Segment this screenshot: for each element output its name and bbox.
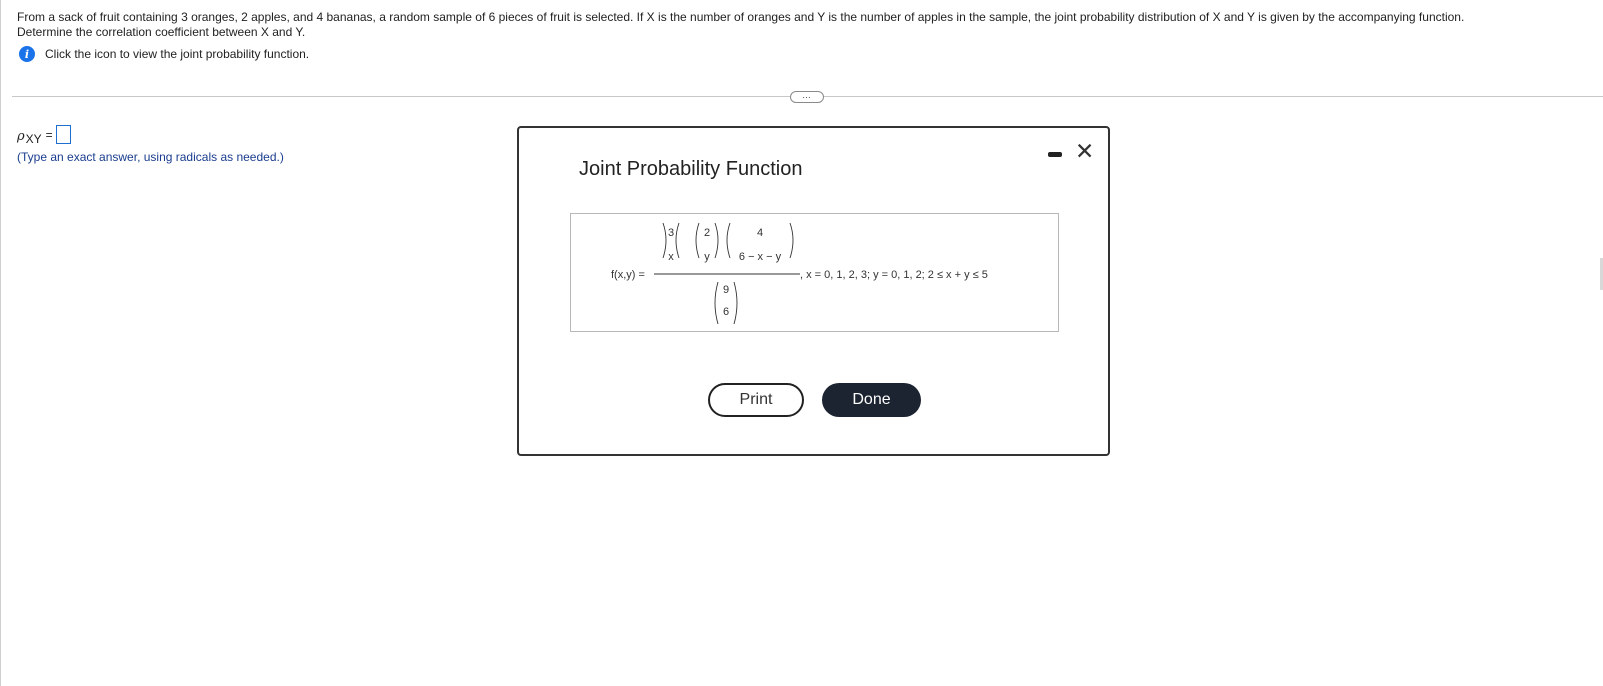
formula-domain: , x = 0, 1, 2, 3; y = 0, 1, 2; 2 ≤ x + y… <box>800 269 988 281</box>
binom2-left-paren <box>695 222 700 259</box>
hint-text: Click the icon to view the joint probabi… <box>45 47 310 61</box>
hint-row: i Click the icon to view the joint proba… <box>19 46 309 62</box>
binom2-right-paren <box>714 222 719 259</box>
problem-text-line1: From a sack of fruit containing 3 orange… <box>17 10 1465 24</box>
rho-symbol: ρ <box>17 129 25 144</box>
equals-sign: = <box>45 128 53 142</box>
answer-instruction: (Type an exact answer, using radicals as… <box>17 150 284 164</box>
minimize-icon[interactable] <box>1048 152 1062 157</box>
binom1-bottom: x <box>668 251 674 263</box>
page-left-border <box>0 0 1 686</box>
binom3-top: 4 <box>757 227 763 239</box>
done-button[interactable]: Done <box>822 383 921 417</box>
answer-row: ρ XY = <box>17 125 71 146</box>
close-icon[interactable]: ✕ <box>1075 139 1094 165</box>
info-icon[interactable]: i <box>19 46 35 62</box>
den-top: 9 <box>723 284 729 296</box>
binom2-top: 2 <box>704 227 710 239</box>
den-right-paren <box>733 281 738 325</box>
formula-box: f(x,y) = 3 x 2 y 4 6 − x − y 9 6 , x = 0… <box>570 213 1059 332</box>
binom1-right-paren <box>662 222 667 259</box>
binom3-right-paren <box>789 222 794 259</box>
expand-more-button[interactable]: … <box>790 91 824 103</box>
binom3-bottom: 6 − x − y <box>739 251 782 263</box>
dialog-title: Joint Probability Function <box>579 158 803 180</box>
binom1-top: 3 <box>668 227 674 239</box>
den-bottom: 6 <box>723 306 729 318</box>
problem-statement: From a sack of fruit containing 3 orange… <box>17 10 1597 40</box>
formula-lhs: f(x,y) = <box>611 269 645 281</box>
binom3-left-paren <box>726 222 731 259</box>
den-left-paren <box>714 281 719 325</box>
binom1-left-paren <box>675 222 680 259</box>
joint-probability-dialog: Joint Probability Function ✕ f(x,y) = 3 … <box>517 126 1110 456</box>
print-button[interactable]: Print <box>708 383 804 417</box>
problem-text-line2: Determine the correlation coefficient be… <box>17 25 306 39</box>
rho-subscript: XY <box>25 132 42 146</box>
joint-probability-formula: f(x,y) = 3 x 2 y 4 6 − x − y 9 6 , x = 0… <box>611 222 988 325</box>
answer-input[interactable] <box>55 125 71 144</box>
binom2-bottom: y <box>704 251 710 263</box>
